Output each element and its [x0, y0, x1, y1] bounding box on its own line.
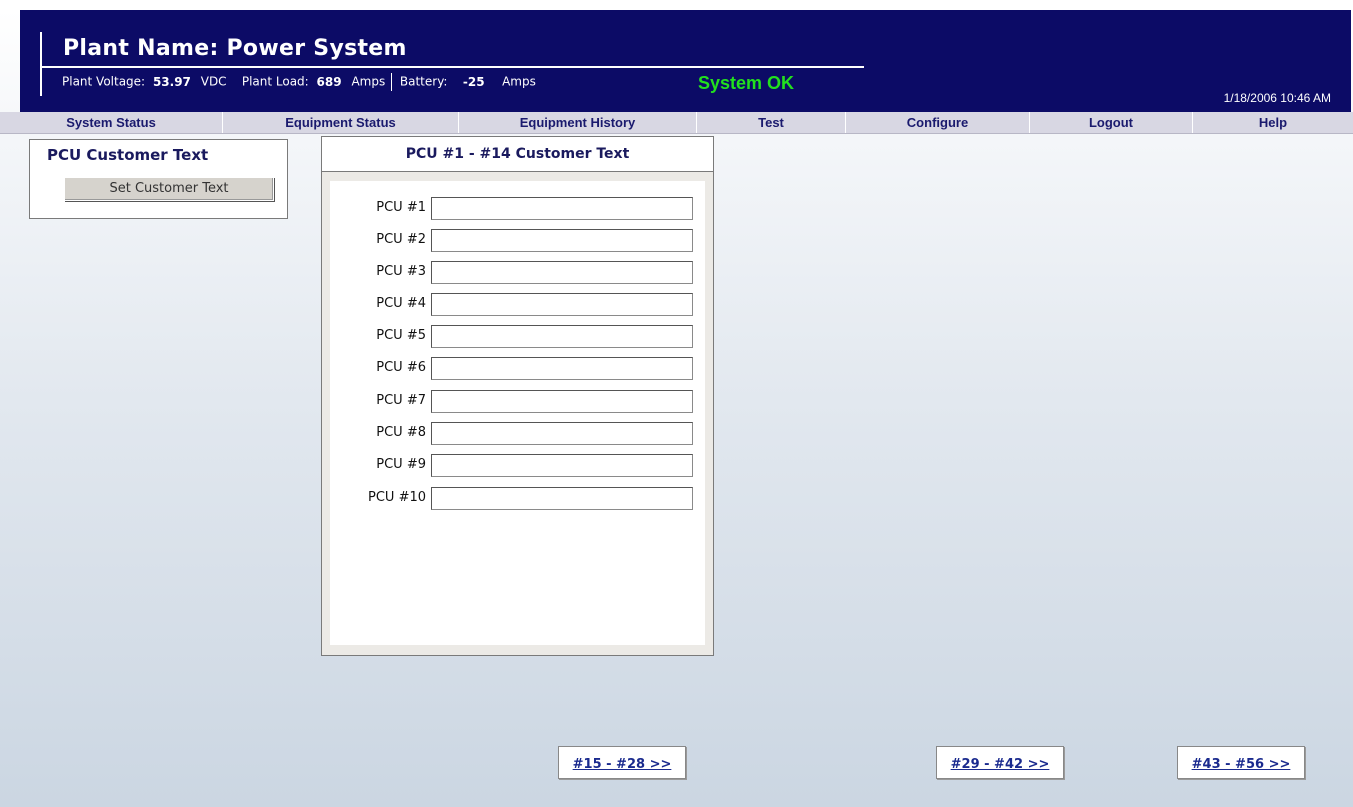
pcu-label: PCU #10	[368, 490, 426, 505]
pcu-row: PCU #4	[330, 293, 705, 317]
form-title-bar: PCU #1 - #14 Customer Text	[322, 137, 713, 172]
panel-title: PCU Customer Text	[47, 146, 209, 164]
set-customer-text-button[interactable]: Set Customer Text	[64, 177, 274, 201]
plant-load-value: 689	[316, 74, 342, 89]
pcu-label: PCU #8	[376, 425, 426, 440]
battery-value: -25	[462, 74, 485, 89]
page-43-56-button[interactable]: #43 - #56 >>	[1177, 746, 1305, 779]
page-29-42-button[interactable]: #29 - #42 >>	[936, 746, 1064, 779]
datetime-display: 1/18/2006 10:46 AM	[1223, 91, 1331, 105]
pcu-3-text-input[interactable]	[431, 261, 693, 284]
pcu-label: PCU #1	[376, 200, 426, 215]
pcu-label: PCU #9	[376, 457, 426, 472]
page-15-28-button[interactable]: #15 - #28 >>	[558, 746, 686, 779]
pcu-1-text-input[interactable]	[431, 197, 693, 220]
plant-voltage-label: Plant Voltage:	[62, 74, 146, 89]
system-status-indicator: System OK	[698, 73, 795, 93]
pcu-label: PCU #2	[376, 232, 426, 247]
form-title: PCU #1 - #14 Customer Text	[405, 146, 630, 162]
main-nav: System Status Equipment Status Equipment…	[0, 112, 1353, 134]
page-15-28-link[interactable]: #15 - #28 >>	[573, 757, 672, 772]
pcu-row: PCU #6	[330, 357, 705, 381]
plant-voltage-unit: VDC	[200, 74, 227, 89]
plant-load-label: Plant Load:	[241, 74, 309, 89]
pcu-9-text-input[interactable]	[431, 454, 693, 477]
pcu-row: PCU #1	[330, 197, 705, 221]
pcu-2-text-input[interactable]	[431, 229, 693, 252]
plant-voltage-value: 53.97	[152, 74, 191, 89]
pcu-row: PCU #5	[330, 325, 705, 349]
pcu-row: PCU #3	[330, 261, 705, 285]
nav-configure[interactable]: Configure	[846, 112, 1030, 133]
customer-text-form: PCU #1 PCU #2 PCU #3 PCU #4 PCU #5 PCU #…	[330, 181, 705, 645]
header-bar: Plant Name: Power System Plant Voltage: …	[20, 10, 1351, 112]
nav-system-status[interactable]: System Status	[0, 112, 223, 133]
pcu-row: PCU #7	[330, 390, 705, 414]
plant-metrics: Plant Voltage: 53.97 VDC Plant Load: 689…	[62, 73, 536, 91]
pcu-8-text-input[interactable]	[431, 422, 693, 445]
pcu-label: PCU #5	[376, 328, 426, 343]
plant-name: Plant Name: Power System	[63, 36, 407, 61]
header-divider-horizontal	[40, 66, 864, 68]
page-29-42-link[interactable]: #29 - #42 >>	[951, 757, 1050, 772]
pcu-6-text-input[interactable]	[431, 357, 693, 380]
nav-equipment-history[interactable]: Equipment History	[459, 112, 697, 133]
pcu-row: PCU #8	[330, 422, 705, 446]
pcu-10-text-input[interactable]	[431, 487, 693, 510]
battery-unit: Amps	[502, 74, 536, 89]
customer-text-form-panel: PCU #1 - #14 Customer Text PCU #1 PCU #2…	[321, 136, 714, 656]
pcu-row: PCU #9	[330, 454, 705, 478]
page-43-56-link[interactable]: #43 - #56 >>	[1192, 757, 1291, 772]
nav-test[interactable]: Test	[697, 112, 846, 133]
pcu-5-text-input[interactable]	[431, 325, 693, 348]
pcu-label: PCU #6	[376, 360, 426, 375]
pcu-row: PCU #2	[330, 229, 705, 253]
nav-help[interactable]: Help	[1193, 112, 1353, 133]
battery-label: Battery:	[399, 74, 448, 89]
pcu-label: PCU #4	[376, 296, 426, 311]
nav-logout[interactable]: Logout	[1030, 112, 1193, 133]
pcu-4-text-input[interactable]	[431, 293, 693, 316]
pcu-label: PCU #3	[376, 264, 426, 279]
pcu-7-text-input[interactable]	[431, 390, 693, 413]
nav-equipment-status[interactable]: Equipment Status	[223, 112, 459, 133]
plant-load-unit: Amps	[351, 74, 386, 89]
customer-text-menu-panel: PCU Customer Text Set Customer Text	[29, 139, 288, 219]
pcu-row: PCU #10	[330, 487, 705, 511]
metrics-separator	[391, 73, 393, 91]
pcu-label: PCU #7	[376, 393, 426, 408]
header-divider-vertical	[40, 32, 42, 96]
